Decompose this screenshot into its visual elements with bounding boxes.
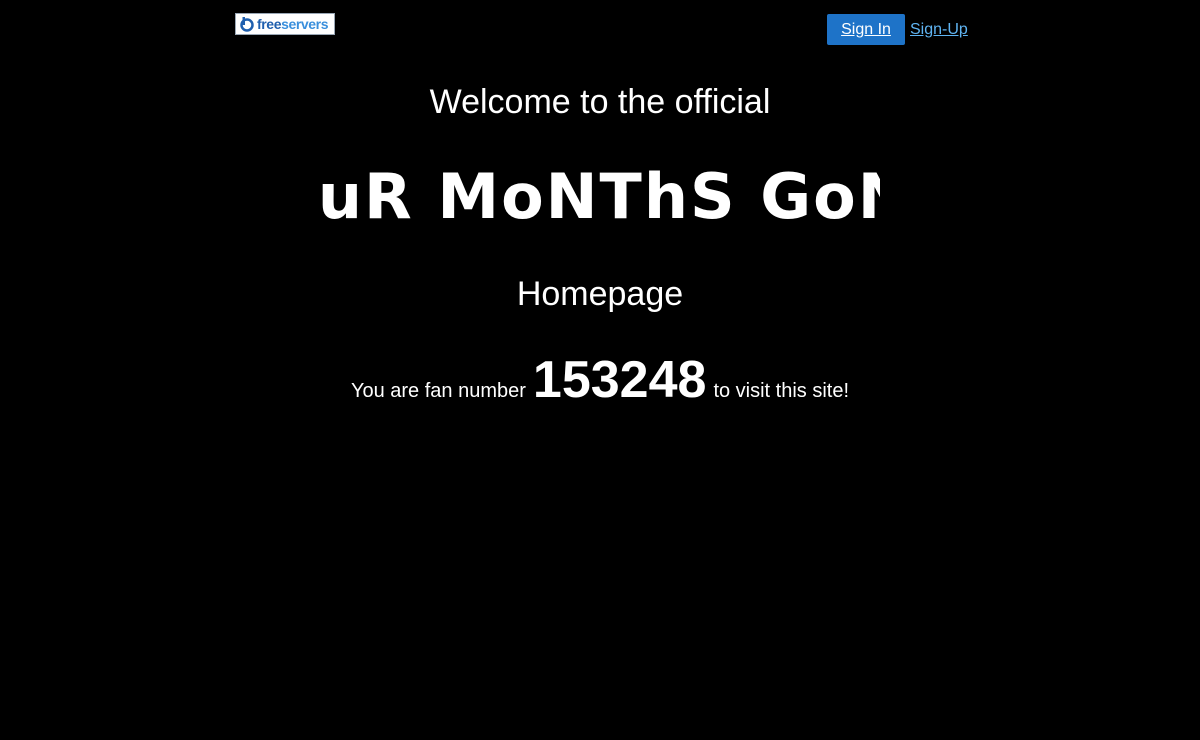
logo-text-servers: servers bbox=[281, 16, 329, 32]
homepage-heading: Homepage bbox=[516, 275, 684, 313]
top-bar: freeservers Sign In Sign-Up bbox=[0, 0, 1200, 60]
auth-controls: Sign In Sign-Up bbox=[827, 14, 968, 45]
welcome-heading: Welcome to the official bbox=[429, 83, 771, 121]
fan-counter-line: You are fan number 153248 to visit this … bbox=[0, 350, 1200, 412]
freeservers-logo-text: freeservers bbox=[257, 16, 329, 32]
fan-counter-suffix: to visit this site! bbox=[713, 380, 850, 402]
band-title-graphic: fouR MoNThS GoNe bbox=[0, 150, 1200, 240]
freeservers-logo-icon bbox=[239, 16, 255, 32]
fan-counter-prefix: You are fan number bbox=[350, 380, 526, 402]
band-name-text: fouR MoNThS GoNe bbox=[320, 160, 880, 233]
fan-counter-number: 153248 bbox=[532, 351, 707, 409]
sign-in-button[interactable]: Sign In bbox=[827, 14, 905, 45]
freeservers-logo[interactable]: freeservers bbox=[235, 13, 335, 35]
sign-up-link[interactable]: Sign-Up bbox=[910, 21, 968, 39]
logo-text-free: free bbox=[257, 16, 282, 32]
